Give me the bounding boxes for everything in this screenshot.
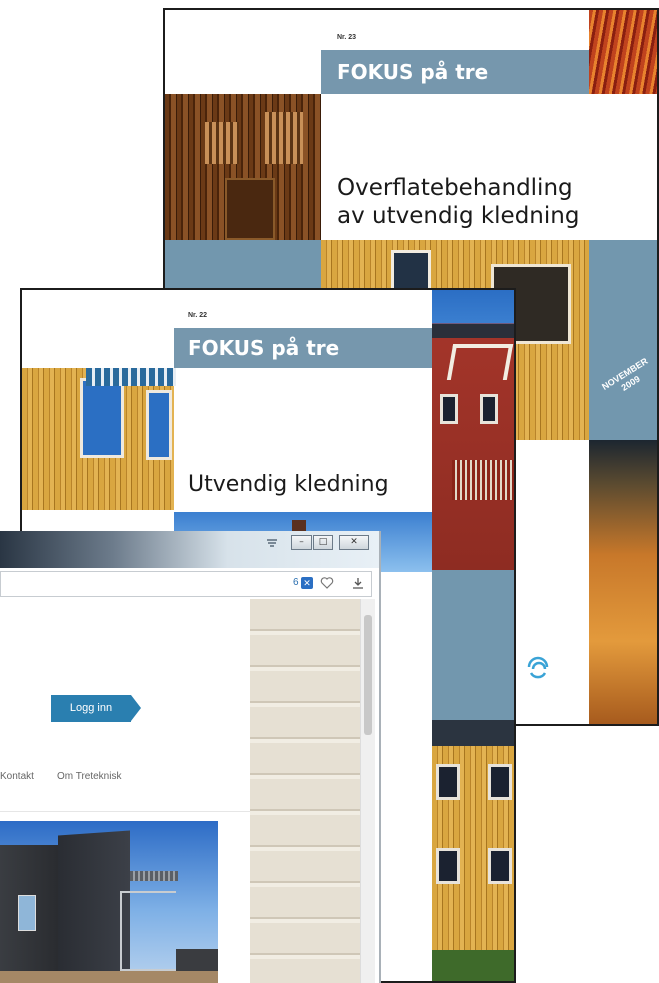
awning-detail — [86, 368, 176, 386]
railing-detail — [452, 460, 514, 500]
balcony-frame — [120, 891, 176, 971]
web-page: Logg inn Kontakt Om Treteknisk — [0, 599, 250, 983]
close-button[interactable]: ✕ — [339, 535, 369, 550]
browser-window: – □ ✕ 6 ✕ Logg inn Kontakt Om Treteknisk — [0, 531, 381, 983]
gable-detail — [446, 344, 514, 380]
window-detail — [146, 390, 172, 460]
cover22-yellow-facade-photo — [22, 368, 176, 510]
maximize-button[interactable]: □ — [313, 535, 333, 550]
cover23-steel-cell — [165, 240, 321, 290]
hedge-detail — [432, 950, 514, 981]
cover22-yellow-house-photo — [432, 720, 514, 981]
cover23-date: NOVEMBER 2009 — [592, 351, 657, 407]
cover22-series-bar: FOKUS på tre — [174, 328, 432, 368]
door-detail — [225, 178, 275, 240]
cover23-title-line1: Overflatebehandling — [337, 175, 573, 201]
pergola-detail — [130, 871, 178, 881]
x-badge-icon[interactable]: ✕ — [301, 577, 313, 589]
login-button[interactable]: Logg inn — [51, 695, 131, 722]
scrollbar-thumb[interactable] — [364, 615, 372, 735]
cover22-red-house-photo — [432, 290, 514, 570]
baluster-detail — [265, 112, 303, 164]
cover23-texture-photo — [589, 440, 657, 724]
cover23-red-texture-photo — [589, 10, 657, 94]
tab-count: 6 — [293, 577, 299, 588]
window-detail — [18, 895, 36, 931]
cover22-title: Utvendig kledning — [188, 472, 389, 497]
scrollbar[interactable] — [360, 599, 375, 983]
window-detail — [436, 848, 460, 884]
cover23-title-line2: av utvendig kledning — [337, 203, 580, 229]
browser-titlebar: – □ ✕ — [0, 531, 379, 568]
roof-detail — [432, 324, 514, 338]
download-icon[interactable] — [351, 576, 365, 590]
cover22-steel-cell — [432, 570, 514, 720]
minimize-button[interactable]: – — [291, 535, 312, 550]
window-detail — [488, 764, 512, 800]
baluster-detail — [205, 122, 239, 164]
cover23-date-panel: NOVEMBER 2009 — [589, 240, 657, 440]
cover23-series-bar: FOKUS på tre — [321, 50, 589, 94]
nav-divider — [0, 811, 250, 812]
feed-icon[interactable] — [266, 537, 278, 549]
cover22-issue-number: Nr. 22 — [188, 312, 208, 319]
cover23-white-cell — [165, 10, 321, 94]
login-button-arrow — [131, 695, 141, 721]
roof-detail — [432, 720, 514, 746]
window-detail — [436, 764, 460, 800]
nav-kontakt[interactable]: Kontakt — [0, 771, 34, 782]
window-detail — [488, 848, 512, 884]
nav-om-treteknisk[interactable]: Om Treteknisk — [57, 771, 121, 782]
window-detail — [80, 378, 124, 458]
deck-detail — [0, 971, 218, 983]
hero-building-photo — [0, 821, 218, 983]
window-detail — [440, 394, 458, 424]
cover23-wood-facade-photo — [165, 94, 321, 240]
address-bar[interactable]: 6 ✕ — [0, 571, 372, 597]
heart-icon[interactable] — [320, 576, 334, 590]
cover23-issue-number: Nr. 23 — [337, 34, 357, 41]
siding-background — [250, 599, 360, 983]
window-detail — [480, 394, 498, 424]
cover22-white-cell — [22, 290, 174, 368]
publisher-logo-icon — [527, 656, 549, 679]
